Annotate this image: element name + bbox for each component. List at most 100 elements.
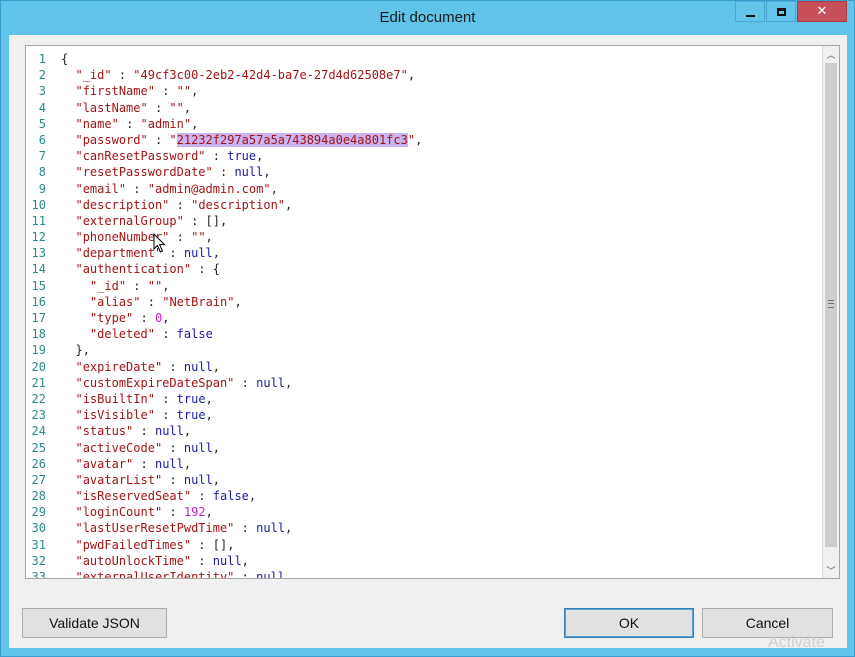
code-line-text[interactable]: "autoUnlockTime" : null, <box>61 553 248 569</box>
line-number: 4 <box>38 100 46 115</box>
code-line-text[interactable]: "externalGroup" : [], <box>61 213 227 229</box>
code-line-text[interactable]: "canResetPassword" : true, <box>61 148 263 164</box>
code-line-text[interactable]: "_id" : "49cf3c00-2eb2-42d4-ba7e-27d4d62… <box>61 67 415 83</box>
code-line[interactable]: 28 "isReservedSeat" : false, <box>26 488 821 504</box>
line-number: 19 <box>31 343 46 358</box>
ok-label: OK <box>618 615 640 631</box>
validate-json-button[interactable]: Validate JSON <box>22 608 167 638</box>
code-line-text[interactable]: "department" : null, <box>61 245 220 261</box>
line-number: 9 <box>38 181 46 196</box>
code-line-text[interactable]: "avatar" : null, <box>61 456 191 472</box>
code-line-text[interactable]: "deleted" : false <box>61 326 213 342</box>
code-line-text[interactable]: "activeCode" : null, <box>61 440 220 456</box>
code-area[interactable]: 1{2 "_id" : "49cf3c00-2eb2-42d4-ba7e-27d… <box>26 51 821 578</box>
code-line[interactable]: 33 "externalUserIdentity" : null <box>26 569 821 578</box>
line-number: 18 <box>31 327 46 342</box>
code-line-text[interactable]: "lastName" : "", <box>61 100 191 116</box>
code-line-text[interactable]: "expireDate" : null, <box>61 359 220 375</box>
code-line[interactable]: 2 "_id" : "49cf3c00-2eb2-42d4-ba7e-27d4d… <box>26 67 821 83</box>
code-line[interactable]: 29 "loginCount" : 192, <box>26 504 821 520</box>
code-line-text[interactable]: { <box>61 51 68 67</box>
json-editor[interactable]: 1{2 "_id" : "49cf3c00-2eb2-42d4-ba7e-27d… <box>25 45 840 579</box>
code-line[interactable]: 6 "password" : "21232f297a57a5a743894a0e… <box>26 132 821 148</box>
ok-button[interactable]: OK <box>564 608 694 638</box>
code-line-text[interactable]: "pwdFailedTimes" : [], <box>61 537 234 553</box>
code-line[interactable]: 11 "externalGroup" : [], <box>26 213 821 229</box>
code-line[interactable]: 12 "phoneNumber" : "", <box>26 229 821 245</box>
maximize-button[interactable] <box>766 1 796 22</box>
minimize-button[interactable] <box>735 1 765 22</box>
line-number: 29 <box>31 505 46 520</box>
code-line-text[interactable]: "email" : "admin@admin.com", <box>61 181 277 197</box>
line-number: 12 <box>31 230 46 245</box>
code-line[interactable]: 3 "firstName" : "", <box>26 83 821 99</box>
code-line-text[interactable]: }, <box>61 342 89 358</box>
line-number: 13 <box>31 246 46 261</box>
code-line[interactable]: 10 "description" : "description", <box>26 197 821 213</box>
code-line[interactable]: 9 "email" : "admin@admin.com", <box>26 181 821 197</box>
code-line-text[interactable]: "status" : null, <box>61 423 191 439</box>
code-line-text[interactable]: "isReservedSeat" : false, <box>61 488 256 504</box>
code-line-text[interactable]: "externalUserIdentity" : null <box>61 569 285 578</box>
code-line-text[interactable]: "type" : 0, <box>61 310 170 326</box>
code-line-text[interactable]: "phoneNumber" : "", <box>61 229 212 245</box>
close-button[interactable]: ✕ <box>797 1 847 22</box>
code-line-text[interactable]: "_id" : "", <box>61 278 170 294</box>
maximize-icon <box>776 7 786 16</box>
code-line[interactable]: 13 "department" : null, <box>26 245 821 261</box>
code-line[interactable]: 21 "customExpireDateSpan" : null, <box>26 375 821 391</box>
line-number: 21 <box>31 375 46 390</box>
code-line-text[interactable]: "firstName" : "", <box>61 83 198 99</box>
code-line[interactable]: 31 "pwdFailedTimes" : [], <box>26 537 821 553</box>
line-number: 8 <box>38 165 46 180</box>
code-line[interactable]: 18 "deleted" : false <box>26 326 821 342</box>
scroll-thumb[interactable] <box>825 63 837 547</box>
line-number: 15 <box>31 278 46 293</box>
vertical-scrollbar[interactable]: ︿ ﹀ <box>822 46 839 578</box>
code-line-text[interactable]: "avatarList" : null, <box>61 472 220 488</box>
code-line[interactable]: 24 "status" : null, <box>26 423 821 439</box>
code-line-text[interactable]: "customExpireDateSpan" : null, <box>61 375 292 391</box>
edit-document-window: Edit document ✕ 1{2 "_id" : "49cf3c00-2e… <box>0 0 855 657</box>
scroll-down-button[interactable]: ﹀ <box>823 562 839 578</box>
code-line-text[interactable]: "isVisible" : true, <box>61 407 212 423</box>
code-line[interactable]: 15 "_id" : "", <box>26 278 821 294</box>
scroll-up-button[interactable]: ︿ <box>823 46 839 62</box>
code-line[interactable]: 7 "canResetPassword" : true, <box>26 148 821 164</box>
code-line[interactable]: 30 "lastUserResetPwdTime" : null, <box>26 520 821 536</box>
code-line-text[interactable]: "password" : "21232f297a57a5a743894a0e4a… <box>61 132 422 148</box>
line-number: 24 <box>31 424 46 439</box>
validate-json-label: Validate JSON <box>49 615 140 631</box>
code-line-text[interactable]: "resetPasswordDate" : null, <box>61 164 270 180</box>
code-line-text[interactable]: "lastUserResetPwdTime" : null, <box>61 520 292 536</box>
code-line[interactable]: 23 "isVisible" : true, <box>26 407 821 423</box>
code-line[interactable]: 22 "isBuiltIn" : true, <box>26 391 821 407</box>
code-line[interactable]: 14 "authentication" : { <box>26 261 821 277</box>
line-number: 22 <box>31 391 46 406</box>
minimize-icon <box>745 14 755 17</box>
code-line[interactable]: 16 "alias" : "NetBrain", <box>26 294 821 310</box>
code-line[interactable]: 26 "avatar" : null, <box>26 456 821 472</box>
line-number: 25 <box>31 440 46 455</box>
code-line[interactable]: 25 "activeCode" : null, <box>26 440 821 456</box>
activation-watermark: Activate <box>768 634 825 651</box>
line-number: 17 <box>31 311 46 325</box>
code-line-text[interactable]: "loginCount" : 192, <box>61 504 212 520</box>
code-line-text[interactable]: "isBuiltIn" : true, <box>61 391 212 407</box>
code-line[interactable]: 19 }, <box>26 342 821 358</box>
code-line[interactable]: 5 "name" : "admin", <box>26 116 821 132</box>
title-bar[interactable]: Edit document ✕ <box>1 1 854 35</box>
code-line-text[interactable]: "description" : "description", <box>61 197 292 213</box>
code-line[interactable]: 27 "avatarList" : null, <box>26 472 821 488</box>
code-line-text[interactable]: "alias" : "NetBrain", <box>61 294 242 310</box>
code-line-text[interactable]: "name" : "admin", <box>61 116 198 132</box>
code-line-text[interactable]: "authentication" : { <box>61 261 220 277</box>
line-number: 14 <box>31 262 46 277</box>
code-line[interactable]: 17 "type" : 0, <box>26 310 821 326</box>
code-line[interactable]: 32 "autoUnlockTime" : null, <box>26 553 821 569</box>
code-line[interactable]: 20 "expireDate" : null, <box>26 359 821 375</box>
line-number: 6 <box>38 132 46 147</box>
code-line[interactable]: 8 "resetPasswordDate" : null, <box>26 164 821 180</box>
code-line[interactable]: 1{ <box>26 51 821 67</box>
code-line[interactable]: 4 "lastName" : "", <box>26 100 821 116</box>
